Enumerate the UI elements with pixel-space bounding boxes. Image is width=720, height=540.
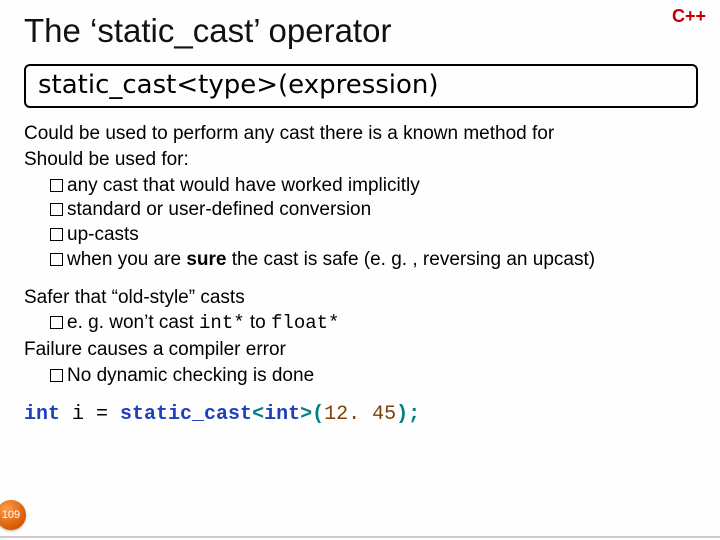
slide-body: Could be used to perform any cast there …	[24, 122, 700, 427]
bullet-item: up-casts	[50, 223, 700, 247]
code-token: i =	[60, 403, 120, 426]
bullet-group-3: No dynamic checking is done	[50, 364, 700, 388]
syntax-text: static_cast<type>(expression)	[38, 70, 439, 100]
code-token: >(	[300, 403, 324, 426]
bullet-code: int*	[199, 312, 245, 334]
bullet-group-2: e. g. won’t cast int* to float*	[50, 311, 700, 336]
slide-title: The ‘static_cast’ operator	[24, 12, 700, 50]
code-token-keyword: static_cast	[120, 403, 252, 426]
code-token-type: int	[264, 403, 300, 426]
code-token-literal: 12. 45	[324, 403, 396, 426]
bullet-group-1: any cast that would have worked implicit…	[50, 174, 700, 272]
bullet-item: any cast that would have worked implicit…	[50, 174, 700, 198]
slide: C++ The ‘static_cast’ operator static_ca…	[0, 0, 720, 538]
bullet-text: when you are	[67, 249, 186, 270]
bullet-item: when you are sure the cast is safe (e. g…	[50, 248, 700, 272]
bullet-text: the cast is safe (e. g. , reversing an u…	[227, 249, 596, 270]
page-number-badge: 109	[0, 500, 26, 530]
bullet-text: No dynamic checking is done	[67, 365, 314, 386]
body-line: Failure causes a compiler error	[24, 338, 700, 362]
code-token-type: int	[24, 403, 60, 426]
bullet-text: to	[245, 312, 271, 333]
block: Safer that “old-style” casts e. g. won’t…	[24, 286, 700, 388]
body-line: Could be used to perform any cast there …	[24, 122, 700, 146]
bullet-text: e. g. won’t cast	[67, 312, 199, 333]
code-token: <	[252, 403, 264, 426]
code-example: int i = static_cast<int>(12. 45);	[24, 402, 700, 427]
bullet-text: up-casts	[67, 224, 139, 245]
body-line: Safer that “old-style” casts	[24, 286, 700, 310]
bullet-text: any cast that would have worked implicit…	[67, 175, 420, 196]
language-logo: C++	[672, 6, 706, 27]
code-token: );	[396, 403, 420, 426]
body-line: Should be used for:	[24, 148, 700, 172]
syntax-box: static_cast<type>(expression)	[24, 64, 698, 108]
bullet-code: float*	[271, 312, 339, 334]
bullet-text: standard or user-defined conversion	[67, 199, 371, 220]
page-number: 109	[2, 509, 20, 521]
bullet-item: e. g. won’t cast int* to float*	[50, 311, 700, 336]
bullet-item: No dynamic checking is done	[50, 364, 700, 388]
bullet-text-bold: sure	[186, 249, 226, 270]
bullet-item: standard or user-defined conversion	[50, 198, 700, 222]
